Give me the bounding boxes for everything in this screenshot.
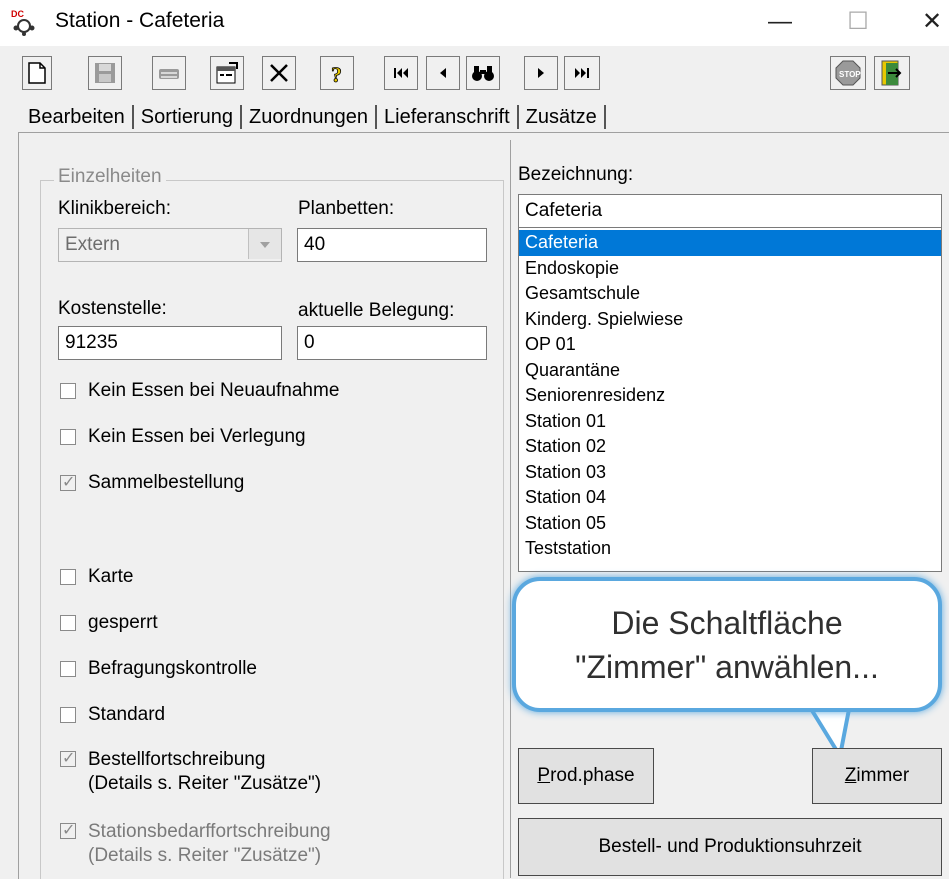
list-item[interactable]: Quarantäne [519, 358, 941, 384]
tab-zuordnungen[interactable]: Zuordnungen [243, 106, 374, 129]
list-item[interactable]: Seniorenresidenz [519, 383, 941, 409]
gesperrt-checkbox[interactable]: gesperrt [60, 612, 158, 634]
details-legend: Einzelheiten [54, 166, 166, 188]
properties-icon[interactable] [210, 56, 244, 90]
kostenstelle-input[interactable]: 91235 [58, 326, 282, 360]
planbetten-input[interactable]: 40 [297, 228, 487, 262]
checkbox-box [60, 615, 76, 631]
tab-sortierung[interactable]: Sortierung [135, 106, 239, 129]
checkbox-box [60, 820, 76, 840]
find-icon[interactable] [466, 56, 500, 90]
prodphase-button[interactable]: Prod.phase [518, 748, 654, 804]
button-label: immer [856, 765, 910, 786]
bestell-produktionsuhrzeit-button[interactable]: Bestell- und Produktionsuhrzeit [518, 818, 942, 876]
kostenstelle-label: Kostenstelle: [58, 298, 167, 319]
button-accelerator: P [537, 765, 551, 786]
list-item[interactable]: Gesamtschule [519, 281, 941, 307]
klinikbereich-label: Klinikbereich: [58, 198, 171, 219]
checkbox-label: Kein Essen bei Neuaufnahme [88, 380, 340, 401]
bezeichnung-list[interactable]: Cafeteria Endoskopie Gesamtschule Kinder… [518, 227, 942, 572]
chevron-down-icon [260, 242, 270, 248]
sammelbestellung-checkbox[interactable]: Sammelbestellung [60, 472, 244, 494]
tutorial-callout: Die Schaltfläche "Zimmer" anwählen... [512, 577, 942, 712]
checkbox-box [60, 429, 76, 445]
klinikbereich-value: Extern [65, 234, 120, 255]
belegung-label: aktuelle Belegung: [298, 300, 455, 321]
tab-lieferanschrift[interactable]: Lieferanschrift [378, 106, 516, 129]
window-title: Station - Cafeteria [55, 9, 225, 32]
checkbox-label: Stationsbedarffortschreibung (Details s.… [88, 820, 331, 868]
list-item[interactable]: Teststation [519, 536, 941, 562]
list-item[interactable]: Station 01 [519, 409, 941, 435]
list-item[interactable]: Kinderg. Spielwiese [519, 307, 941, 333]
checkbox-label: gesperrt [88, 612, 158, 633]
list-item[interactable]: Station 05 [519, 511, 941, 537]
checkbox-label-line1: Bestellfortschreibung [88, 749, 266, 770]
checkbox-label: Befragungskontrolle [88, 658, 257, 679]
checkbox-label: Kein Essen bei Verlegung [88, 426, 306, 447]
zimmer-button[interactable]: Zimmer [812, 748, 942, 804]
close-button[interactable]: ✕ [912, 4, 949, 40]
bezeichnung-label: Bezeichnung: [518, 164, 634, 185]
klinikbereich-dropdown-button[interactable] [248, 229, 281, 259]
title-bar: DC Station - Cafeteria — ☐ ✕ [0, 0, 949, 46]
standard-checkbox[interactable]: Standard [60, 704, 165, 726]
svg-text:DC: DC [11, 9, 24, 19]
checkbox-label: Bestellfortschreibung (Details s. Reiter… [88, 748, 321, 796]
checkbox-label: Karte [88, 566, 134, 587]
delete-icon[interactable] [262, 56, 296, 90]
save-icon[interactable] [88, 56, 122, 90]
kein-essen-neuaufnahme-checkbox[interactable]: Kein Essen bei Neuaufnahme [60, 380, 339, 402]
belegung-input[interactable]: 0 [297, 326, 487, 360]
first-record-icon[interactable] [384, 56, 418, 90]
stationsbedarffortschreibung-checkbox[interactable]: Stationsbedarffortschreibung (Details s.… [60, 820, 331, 868]
callout-line1: Die Schaltfläche [611, 604, 843, 641]
checkbox-box [60, 472, 76, 492]
previous-record-icon[interactable] [426, 56, 460, 90]
checkbox-label: Standard [88, 704, 166, 725]
checkbox-box [60, 569, 76, 585]
exit-icon[interactable] [874, 56, 910, 90]
callout-line2: "Zimmer" anwählen... [575, 648, 879, 685]
bestellfortschreibung-checkbox[interactable]: Bestellfortschreibung (Details s. Reiter… [60, 748, 321, 796]
button-accelerator: Z [844, 765, 857, 786]
new-icon[interactable] [22, 56, 52, 90]
svg-text:STOP: STOP [839, 70, 861, 79]
befragungskontrolle-checkbox[interactable]: Befragungskontrolle [60, 658, 257, 680]
list-item[interactable]: Cafeteria [519, 230, 941, 256]
list-item[interactable]: Station 03 [519, 460, 941, 486]
planbetten-label: Planbetten: [298, 198, 395, 219]
checkbox-box [60, 661, 76, 677]
checkbox-label: Sammelbestellung [88, 472, 245, 493]
checkbox-box [60, 383, 76, 399]
list-item[interactable]: Endoskopie [519, 256, 941, 282]
help-icon[interactable]: ? [320, 56, 354, 90]
list-item[interactable]: Station 02 [519, 434, 941, 460]
tab-zusaetze[interactable]: Zusätze [520, 106, 603, 129]
list-item[interactable]: Station 04 [519, 485, 941, 511]
svg-text:?: ? [331, 62, 342, 85]
tab-strip: Bearbeiten Sortierung Zuordnungen Liefer… [22, 102, 607, 132]
list-item[interactable]: OP 01 [519, 332, 941, 358]
checkbox-label-line2: (Details s. Reiter "Zusätze") [88, 845, 322, 866]
last-record-icon[interactable] [564, 56, 600, 90]
checkbox-label-line2: (Details s. Reiter "Zusätze") [88, 773, 322, 794]
app-icon: DC [10, 8, 38, 36]
karte-checkbox[interactable]: Karte [60, 566, 133, 588]
checkbox-box [60, 707, 76, 723]
bezeichnung-input[interactable]: Cafeteria [518, 194, 942, 228]
next-record-icon[interactable] [524, 56, 558, 90]
checkbox-label-line1: Stationsbedarffortschreibung [88, 821, 331, 842]
button-label: rod.phase [550, 765, 635, 786]
kein-essen-verlegung-checkbox[interactable]: Kein Essen bei Verlegung [60, 426, 306, 448]
minimize-button[interactable]: — [760, 4, 800, 40]
checkbox-box [60, 748, 76, 768]
print-icon[interactable] [152, 56, 186, 90]
stop-icon[interactable]: STOP [830, 56, 866, 90]
tab-bearbeiten[interactable]: Bearbeiten [22, 106, 131, 129]
maximize-button[interactable]: ☐ [838, 4, 878, 40]
